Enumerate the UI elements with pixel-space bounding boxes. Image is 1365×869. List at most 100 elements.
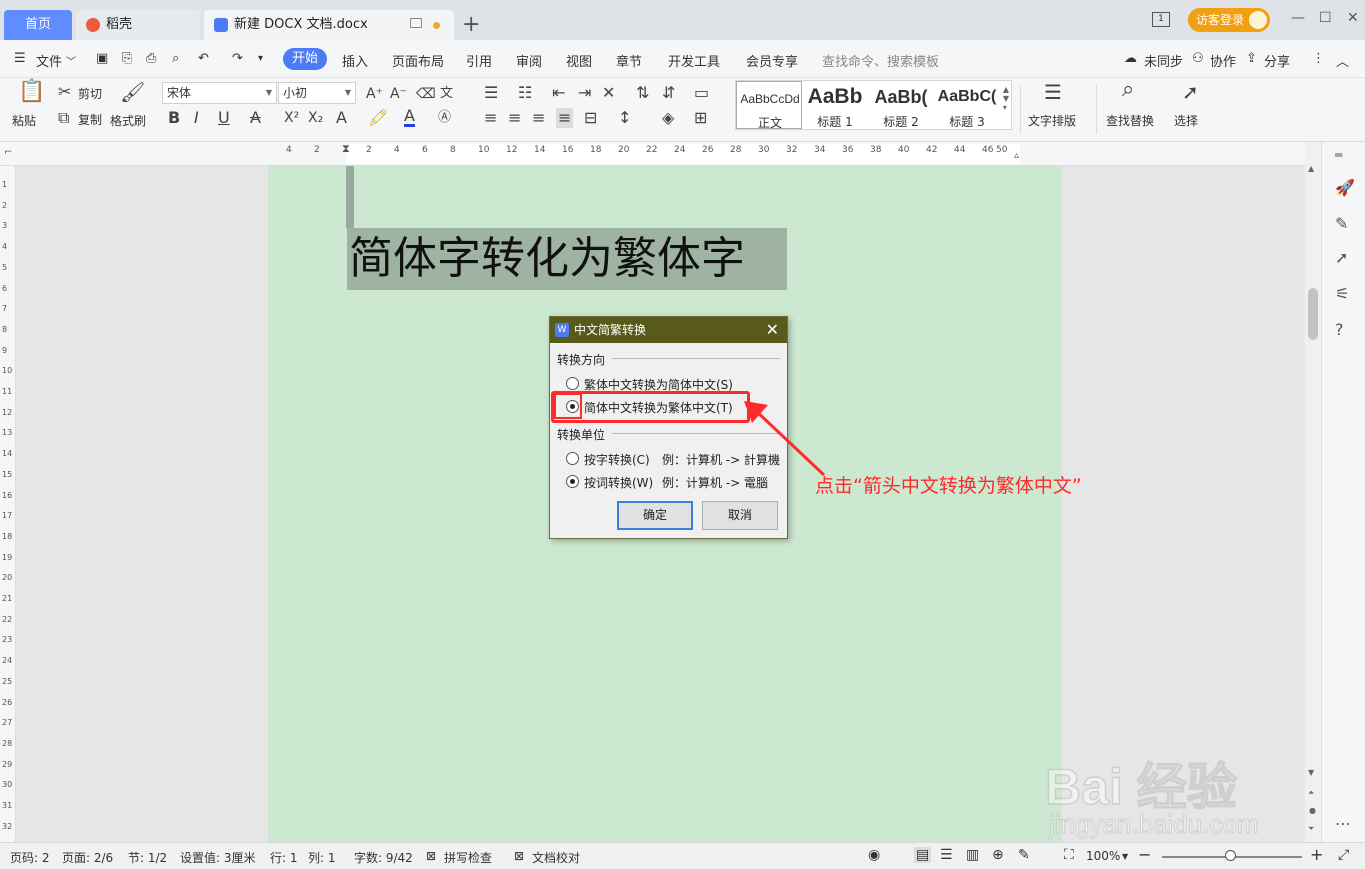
status-col[interactable]: 列: 1 — [308, 849, 336, 866]
collab-button[interactable]: 协作 — [1210, 51, 1236, 70]
guest-login-button[interactable]: 访客登录 — [1188, 8, 1270, 32]
eye-protection-icon[interactable]: ◉ — [868, 847, 880, 863]
menu-start[interactable]: 开始 — [283, 48, 327, 70]
distributed-icon[interactable]: ⊟ — [584, 110, 597, 126]
align-right-icon[interactable]: ≡ — [532, 110, 545, 126]
close-window-icon[interactable]: ✕ — [1347, 10, 1359, 26]
more-icon[interactable]: ⋯ — [1335, 814, 1351, 833]
redo-icon[interactable]: ↷ — [232, 51, 243, 66]
superscript-icon[interactable]: X² — [284, 110, 299, 126]
tab-daoke[interactable]: 稻壳 — [76, 10, 200, 40]
tab-home[interactable]: 首页 — [4, 10, 72, 40]
line-spacing-icon[interactable]: ↕ — [618, 110, 631, 126]
zoom-in-icon[interactable]: + — [1310, 845, 1323, 864]
chevron-down-icon[interactable]: ﹀ — [66, 53, 76, 68]
close-icon[interactable]: ✕ — [766, 317, 779, 343]
text-effect-icon[interactable]: A — [336, 110, 347, 126]
doc-proof-button[interactable]: 文档校对 — [532, 849, 580, 866]
gallery-scroll-icon[interactable]: ▲ ▼ ▾ — [1003, 85, 1009, 112]
maximize-icon[interactable]: ☐ — [1319, 10, 1332, 26]
radio-button-selected[interactable] — [566, 475, 579, 488]
italic-icon[interactable]: I — [194, 110, 199, 126]
increase-indent-icon[interactable]: ⇥ — [578, 85, 591, 101]
prev-page-icon[interactable]: ⏶ — [1308, 788, 1314, 798]
page-dot-icon[interactable]: ● — [1309, 806, 1316, 815]
char-border-icon[interactable]: Ⓐ — [438, 110, 451, 126]
status-word-count[interactable]: 字数: 9/42 — [354, 849, 413, 866]
copy-button[interactable]: 复制 — [78, 111, 102, 128]
grow-font-icon[interactable]: A⁺ — [366, 86, 383, 102]
preview-icon[interactable]: ⌕ — [172, 51, 179, 66]
sliders-icon[interactable]: ⚟ — [1335, 284, 1349, 303]
zoom-out-icon[interactable]: − — [1138, 845, 1151, 864]
chinese-layout-icon[interactable]: ✕ — [602, 85, 615, 101]
scroll-down-icon[interactable]: ▼ — [1308, 768, 1314, 777]
help-icon[interactable]: ? — [1335, 320, 1344, 339]
ok-button[interactable]: 确定 — [617, 501, 693, 530]
bold-icon[interactable]: B — [168, 110, 180, 126]
style-heading-1[interactable]: AaBb 标题 1 — [802, 81, 868, 129]
indent-marker-icon[interactable]: ⧗ — [342, 142, 350, 156]
command-search-input[interactable]: 查找命令、搜索模板 — [822, 51, 939, 70]
status-page[interactable]: 页面: 2/6 — [62, 849, 113, 866]
zoom-slider-knob[interactable] — [1225, 850, 1236, 861]
style-heading-2[interactable]: AaBb( 标题 2 — [868, 81, 934, 129]
next-page-icon[interactable]: ⏷ — [1308, 824, 1314, 834]
paste-icon[interactable]: 📋 — [18, 81, 45, 103]
format-painter-button[interactable]: 格式刷 — [110, 112, 146, 129]
rocket-icon[interactable]: 🚀 — [1335, 178, 1355, 197]
selected-heading-text[interactable]: 简体字转化为繁体字 — [347, 228, 787, 290]
select-button[interactable]: 选择 — [1174, 112, 1198, 129]
menu-layout[interactable]: 页面布局 — [392, 51, 444, 70]
undo-icon[interactable]: ↶ — [198, 51, 209, 66]
sort-icon[interactable]: ⇵ — [662, 85, 675, 101]
pen-icon[interactable]: ✎ — [1335, 214, 1348, 233]
status-section[interactable]: 节: 1/2 — [128, 849, 167, 866]
shading-icon[interactable]: ◈ — [662, 110, 674, 126]
menu-review[interactable]: 审阅 — [516, 51, 542, 70]
underline-icon[interactable]: U — [218, 110, 230, 126]
menu-devtools[interactable]: 开发工具 — [668, 51, 720, 70]
scroll-up-icon[interactable]: ▲ — [1308, 164, 1314, 173]
justify-icon[interactable]: ≡ — [556, 108, 574, 128]
right-indent-icon[interactable]: ▵ — [1014, 150, 1019, 161]
spell-check-button[interactable]: 拼写检查 — [444, 849, 492, 866]
customize-icon[interactable]: ▾ — [258, 53, 263, 64]
cursor-icon[interactable]: ➚ — [1335, 248, 1348, 267]
paste-button[interactable]: 粘贴 — [12, 112, 36, 129]
radio-button[interactable] — [566, 377, 579, 390]
menu-references[interactable]: 引用 — [466, 51, 492, 70]
write-view-icon[interactable]: ✎ — [1018, 847, 1030, 863]
sync-status[interactable]: 未同步 — [1144, 51, 1183, 70]
monitor-icon[interactable] — [410, 18, 422, 28]
fullscreen-icon[interactable]: ⤢ — [1338, 847, 1349, 863]
status-row[interactable]: 行: 1 — [270, 849, 298, 866]
subscript-icon[interactable]: X₂ — [308, 110, 323, 126]
decrease-indent-icon[interactable]: ⇤ — [552, 85, 565, 101]
highlight-icon[interactable]: 🖍 — [368, 110, 388, 126]
font-color-icon[interactable]: A — [404, 108, 415, 127]
collapse-ribbon-icon[interactable]: ︿ — [1336, 51, 1349, 70]
outline-view-icon[interactable]: ☰ — [940, 847, 953, 863]
cut-button[interactable]: 剪切 — [78, 85, 102, 102]
format-painter-icon[interactable]: 🖌 — [120, 82, 145, 102]
strikethrough-icon[interactable]: A — [250, 110, 261, 126]
more-menu-icon[interactable]: ⋮ — [1312, 51, 1325, 66]
tab-document[interactable]: 新建 DOCX 文档.docx — [204, 10, 454, 40]
pinyin-icon[interactable]: 文 — [440, 86, 453, 102]
vertical-scrollbar[interactable]: ▲ ▼ ⏶ ● ⏷ — [1305, 142, 1321, 842]
find-replace-button[interactable]: 查找替换 — [1106, 112, 1154, 129]
hamburger-icon[interactable]: ☰ — [14, 51, 26, 66]
text-layout-button[interactable]: 文字排版 — [1028, 112, 1076, 129]
menu-insert[interactable]: 插入 — [342, 51, 368, 70]
export-icon[interactable]: ⎘ — [122, 51, 132, 66]
share-button[interactable]: 分享 — [1264, 51, 1290, 70]
chevron-down-icon[interactable]: ▼ — [1122, 852, 1128, 861]
dialog-titlebar[interactable]: W 中文简繁转换 ✕ — [550, 317, 787, 343]
window-count-icon[interactable]: 1 — [1152, 12, 1170, 27]
align-left-icon[interactable]: ≡ — [484, 110, 497, 126]
clear-format-icon[interactable]: ⌫ — [416, 86, 436, 102]
menu-file[interactable]: 文件 — [36, 51, 62, 70]
menu-chapter[interactable]: 章节 — [616, 51, 642, 70]
bullet-list-icon[interactable]: ☰ — [484, 85, 498, 101]
